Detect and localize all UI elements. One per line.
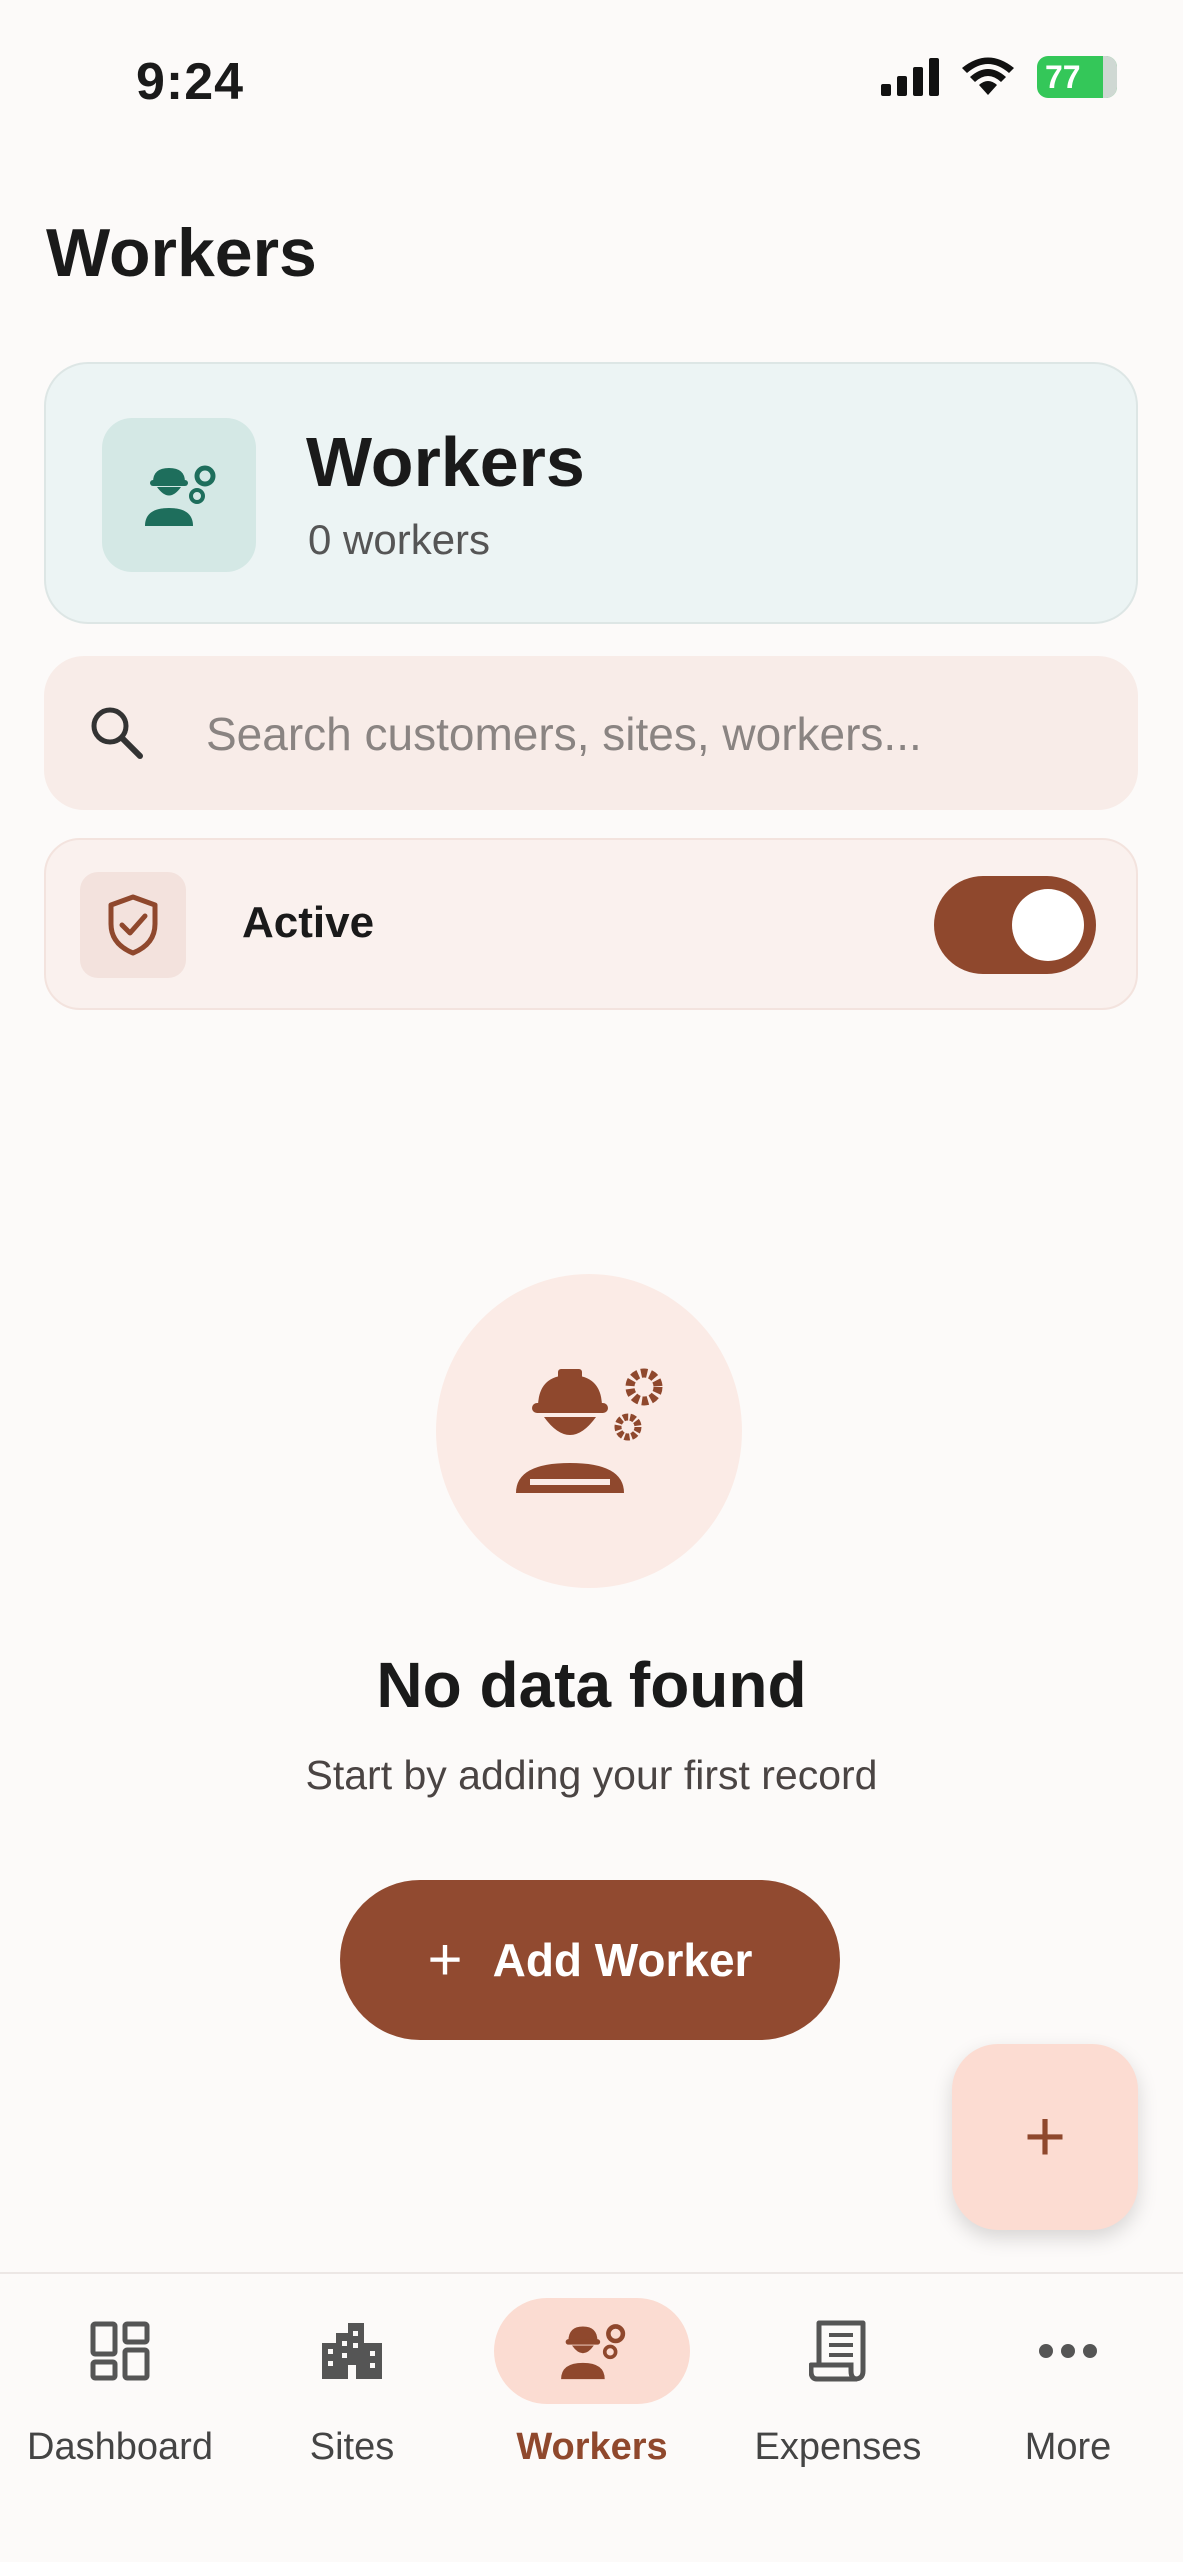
worker-count: 0 workers bbox=[308, 516, 491, 563]
fab-add-button[interactable]: + bbox=[952, 2044, 1138, 2230]
nav-item-expenses[interactable]: Expenses bbox=[740, 2274, 936, 2469]
receipt-icon bbox=[809, 2320, 866, 2382]
worker-gear-icon bbox=[145, 465, 216, 526]
nav-icon-wrap bbox=[254, 2298, 450, 2404]
worker-gear-icon bbox=[516, 1368, 663, 1493]
worker-gear-icon bbox=[561, 2324, 626, 2380]
active-filter-row: Active bbox=[44, 838, 1138, 1010]
nav-label-dashboard: Dashboard bbox=[27, 2426, 213, 2468]
header-icon-box bbox=[102, 418, 256, 572]
nav-item-dashboard[interactable]: Dashboard bbox=[22, 2274, 218, 2469]
add-worker-button[interactable]: + Add Worker bbox=[340, 1880, 840, 2040]
nav-label-more: More bbox=[1024, 2426, 1112, 2468]
signal-icon bbox=[881, 58, 939, 96]
toggle-knob bbox=[1012, 889, 1084, 961]
nav-icon-wrap bbox=[970, 2298, 1166, 2404]
shield-icon-box bbox=[80, 872, 186, 978]
status-icons: 77 bbox=[881, 56, 1117, 98]
battery-level: 77 bbox=[1045, 58, 1081, 95]
add-worker-label: Add Worker bbox=[492, 1934, 753, 1986]
active-label: Active bbox=[242, 898, 375, 947]
status-time: 9:24 bbox=[136, 53, 245, 111]
dashboard-icon bbox=[90, 2321, 150, 2381]
plus-icon: + bbox=[1023, 2097, 1067, 2177]
search-icon bbox=[91, 707, 143, 759]
active-toggle[interactable] bbox=[934, 876, 1096, 974]
bottom-nav: Dashboard Sites Workers Expenses More bbox=[0, 2272, 1183, 2562]
nav-item-workers[interactable]: Workers bbox=[494, 2274, 690, 2469]
nav-item-more[interactable]: More bbox=[970, 2274, 1166, 2469]
nav-icon-wrap bbox=[22, 2298, 218, 2404]
nav-label-expenses: Expenses bbox=[754, 2426, 922, 2468]
card-title: Workers bbox=[306, 423, 585, 501]
empty-state-title: No data found bbox=[376, 1649, 807, 1721]
wifi-icon bbox=[962, 57, 1014, 95]
more-dots-icon bbox=[1039, 2344, 1097, 2358]
battery-cap bbox=[1103, 56, 1117, 98]
nav-icon-wrap-active bbox=[494, 2298, 690, 2404]
shield-check-icon bbox=[108, 894, 158, 956]
empty-state-illustration bbox=[436, 1274, 742, 1588]
search-input[interactable] bbox=[204, 686, 1088, 782]
nav-icon-wrap bbox=[740, 2298, 936, 2404]
nav-label-sites: Sites bbox=[309, 2426, 395, 2468]
search-bar[interactable] bbox=[44, 656, 1138, 810]
workers-summary-card: Workers 0 workers bbox=[44, 362, 1138, 624]
page-title: Workers bbox=[46, 215, 317, 291]
nav-item-sites[interactable]: Sites bbox=[254, 2274, 450, 2469]
nav-label-workers: Workers bbox=[516, 2426, 668, 2468]
empty-state-subtitle: Start by adding your first record bbox=[305, 1752, 878, 1798]
building-icon bbox=[322, 2323, 382, 2379]
battery-indicator: 77 bbox=[1037, 56, 1117, 98]
plus-icon: + bbox=[427, 1926, 463, 1993]
